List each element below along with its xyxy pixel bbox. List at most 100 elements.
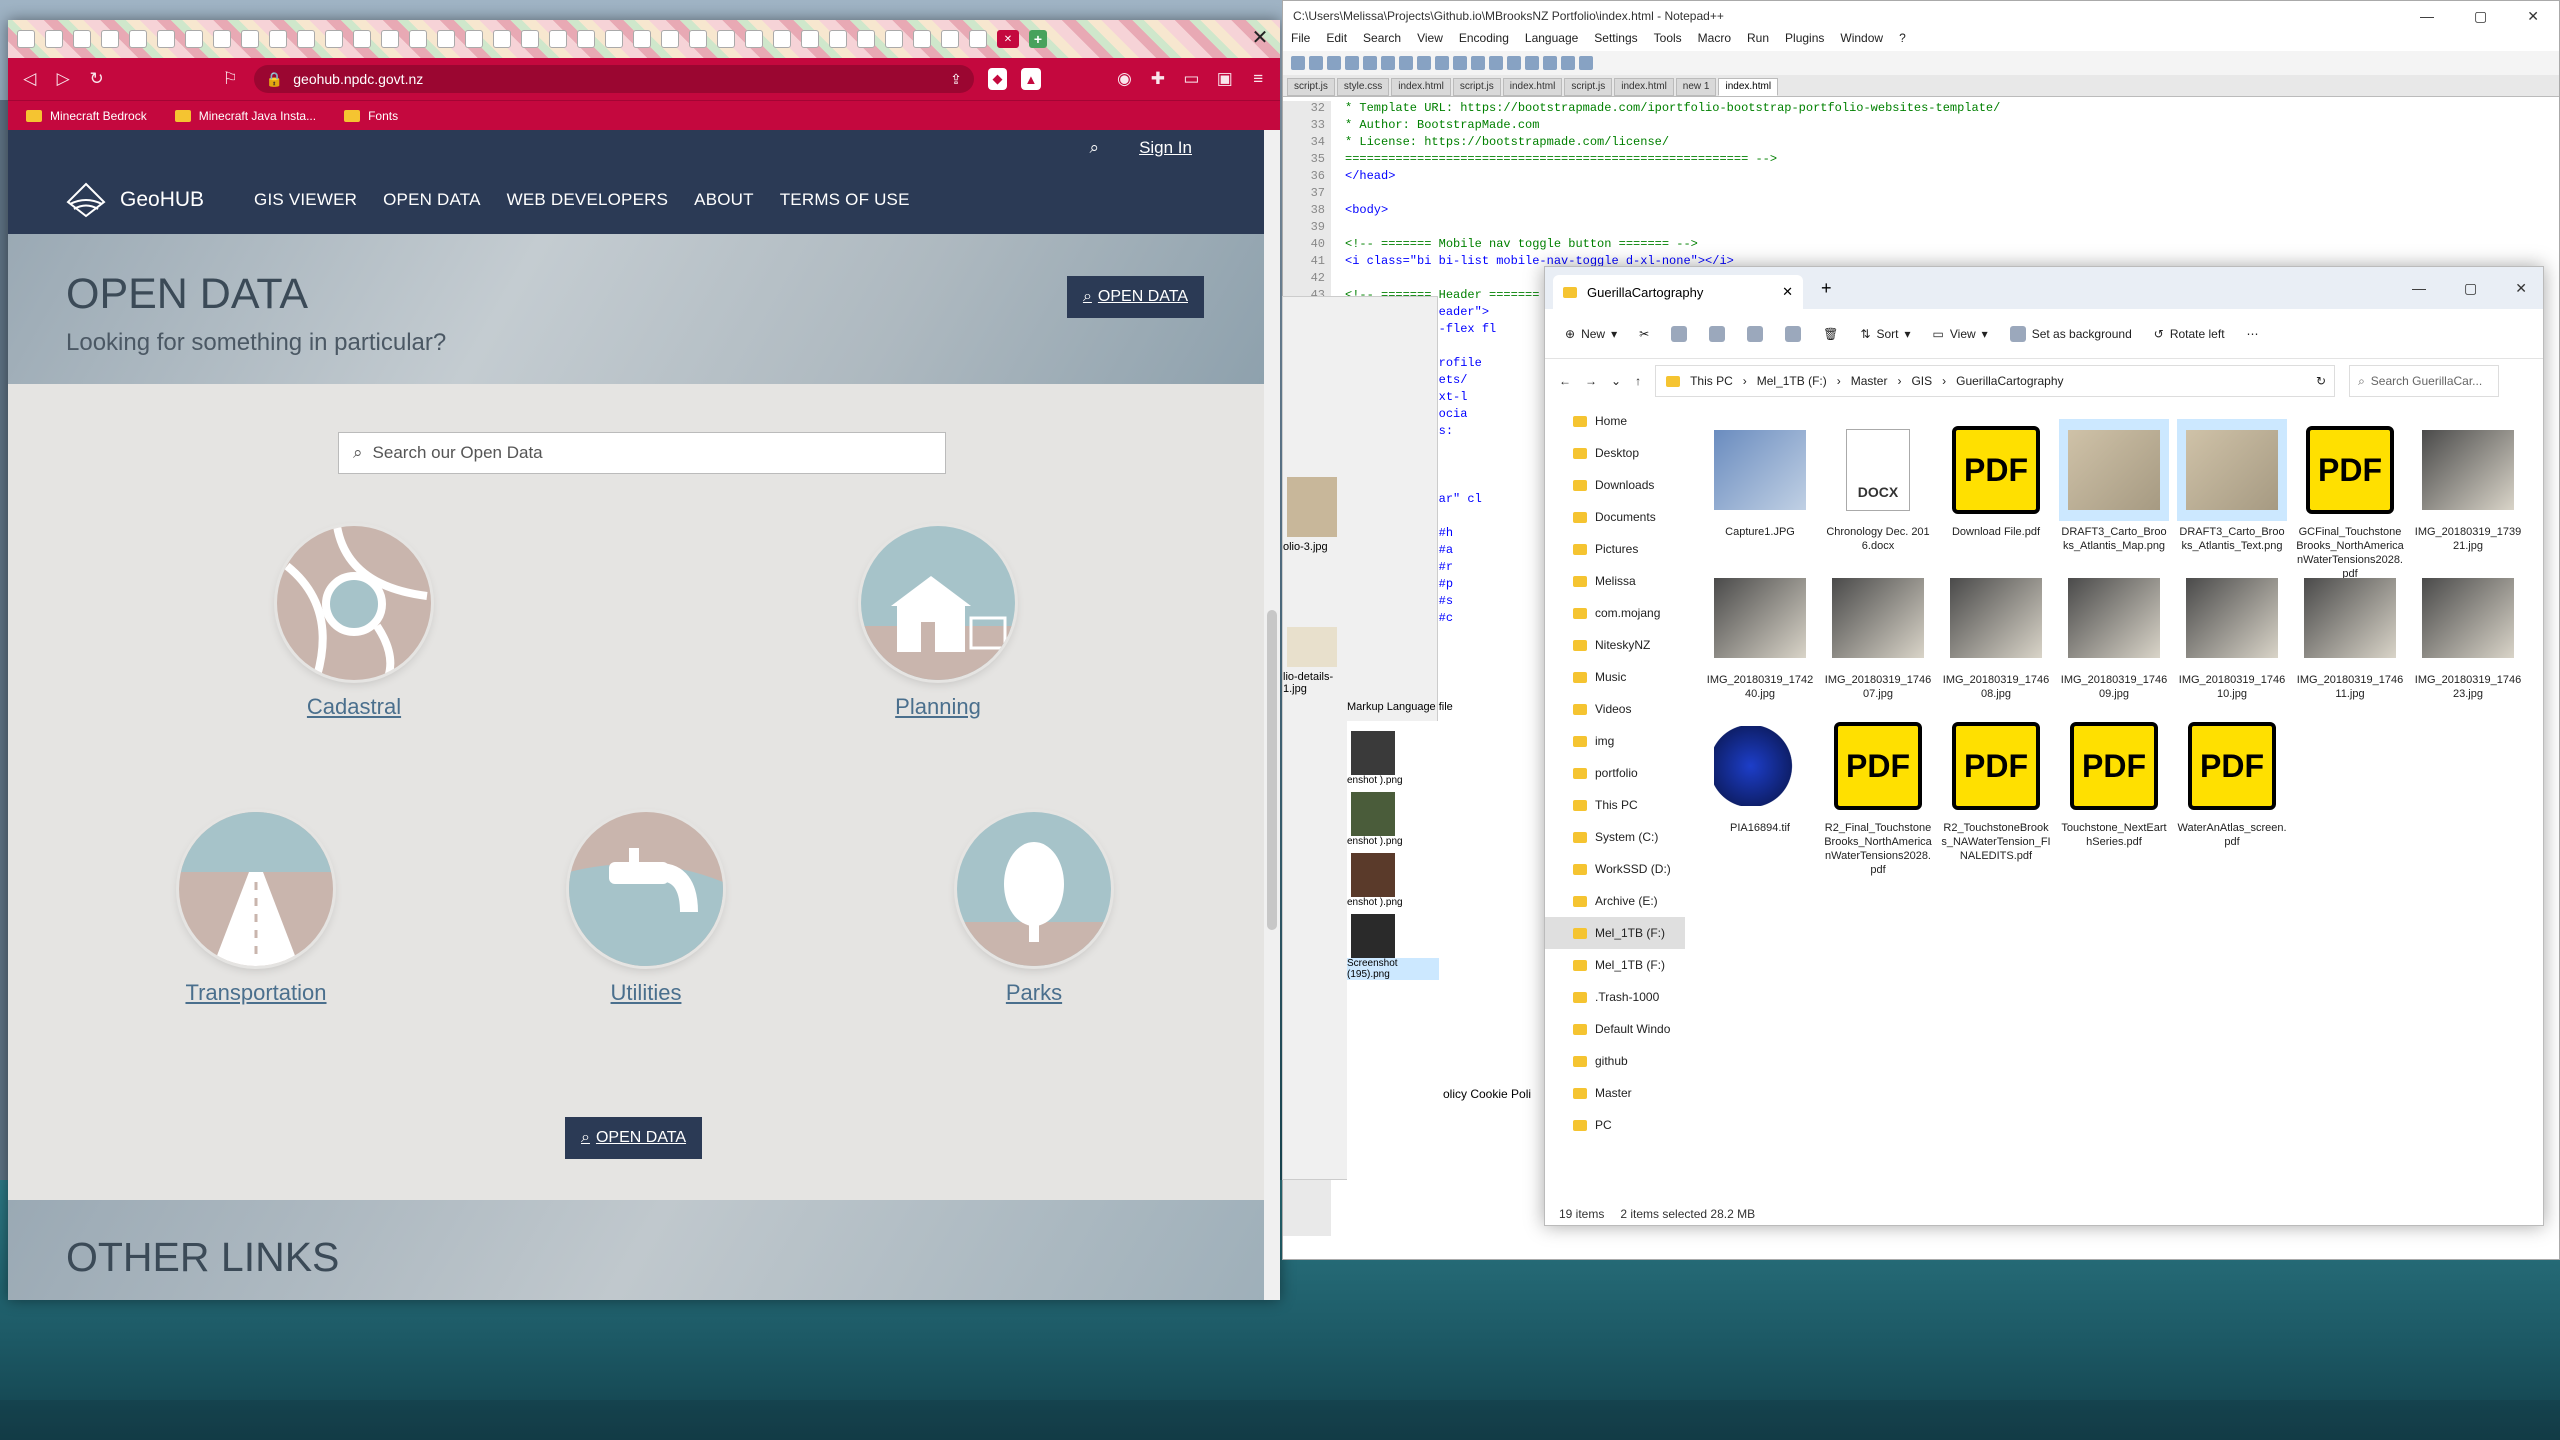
browser-tab[interactable] xyxy=(325,30,343,48)
nav-item[interactable]: PC xyxy=(1545,1109,1685,1141)
browser-tab[interactable] xyxy=(213,30,231,48)
browser-tab[interactable] xyxy=(157,30,175,48)
browser-tab[interactable] xyxy=(633,30,651,48)
refresh-icon[interactable]: ↻ xyxy=(2316,374,2326,388)
share-button[interactable] xyxy=(1785,325,1802,342)
nav-terms[interactable]: TERMS OF USE xyxy=(780,190,910,210)
browser-tab[interactable] xyxy=(17,30,35,48)
geohub-logo[interactable]: GeoHUB xyxy=(66,182,204,218)
extension-icon[interactable]: ◉ xyxy=(1115,69,1134,89)
tile-cadastral[interactable]: Cadastral xyxy=(234,526,474,720)
tile-parks[interactable]: Parks xyxy=(914,812,1154,1006)
breadcrumb-item[interactable]: This PC xyxy=(1690,374,1733,388)
forward-icon[interactable]: → xyxy=(1585,374,1597,388)
npp-tab[interactable]: index.html xyxy=(1391,78,1451,96)
file-item[interactable]: DOCX Chronology Dec. 2016.docx xyxy=(1823,419,1933,553)
code-line[interactable]: * License: https://bootstrapmade.com/lic… xyxy=(1345,135,2559,152)
file-item[interactable]: IMG_20180319_174610.jpg xyxy=(2177,567,2287,701)
npp-tab[interactable]: new 1 xyxy=(1675,78,1717,96)
browser-tab[interactable] xyxy=(269,30,287,48)
browser-tab[interactable] xyxy=(353,30,371,48)
brave-shield-icon[interactable]: ◆ xyxy=(987,68,1008,90)
wallet-icon[interactable]: ▣ xyxy=(1215,69,1234,89)
nav-item[interactable]: Home xyxy=(1545,405,1685,437)
window-close-icon[interactable]: ✕ xyxy=(1250,28,1270,49)
address-breadcrumb[interactable]: This PC › Mel_1TB (F:) › Master › GIS › Guer… xyxy=(1655,365,2336,397)
file-item[interactable]: IMG_20180319_174240.jpg xyxy=(1705,567,1815,701)
nav-item[interactable]: github xyxy=(1545,1045,1685,1077)
browser-tab[interactable] xyxy=(857,30,875,48)
browser-tab[interactable] xyxy=(465,30,483,48)
browser-tab[interactable] xyxy=(829,30,847,48)
nav-item[interactable]: Default Windo xyxy=(1545,1013,1685,1045)
browser-tab[interactable] xyxy=(745,30,763,48)
browser-tab-active[interactable]: ✕ xyxy=(997,30,1019,48)
menu-edit[interactable]: Edit xyxy=(1326,31,1347,51)
nav-item[interactable]: System (C:) xyxy=(1545,821,1685,853)
browser-tab[interactable] xyxy=(577,30,595,48)
find-icon[interactable] xyxy=(1489,56,1503,70)
nav-item[interactable]: Videos xyxy=(1545,693,1685,725)
browser-tab[interactable] xyxy=(605,30,623,48)
new-tab-icon[interactable]: + xyxy=(1821,278,1832,299)
nav-web-developers[interactable]: WEB DEVELOPERS xyxy=(507,190,669,210)
browser-tab[interactable] xyxy=(941,30,959,48)
browser-tab[interactable] xyxy=(73,30,91,48)
nav-open-data[interactable]: OPEN DATA xyxy=(383,190,481,210)
undo-icon[interactable] xyxy=(1453,56,1467,70)
breadcrumb-item[interactable]: GIS xyxy=(1911,374,1932,388)
nav-item[interactable]: Pictures xyxy=(1545,533,1685,565)
maximize-icon[interactable]: ▢ xyxy=(2474,8,2487,25)
menu-window[interactable]: Window xyxy=(1840,31,1883,51)
rewards-icon[interactable]: ▲ xyxy=(1021,68,1041,90)
zoom-out-icon[interactable] xyxy=(1543,56,1557,70)
nav-item[interactable]: Documents xyxy=(1545,501,1685,533)
close-icon[interactable]: ✕ xyxy=(2515,280,2527,297)
tile-planning[interactable]: Planning xyxy=(818,526,1058,720)
nav-about[interactable]: ABOUT xyxy=(694,190,754,210)
forward-icon[interactable]: ▷ xyxy=(53,69,72,89)
npp-tab[interactable]: script.js xyxy=(1287,78,1335,96)
save-all-icon[interactable] xyxy=(1345,56,1359,70)
back-icon[interactable]: ◁ xyxy=(20,69,39,89)
nav-item[interactable]: Downloads xyxy=(1545,469,1685,501)
browser-tab[interactable] xyxy=(661,30,679,48)
maximize-icon[interactable]: ▢ xyxy=(2464,280,2477,297)
file-item[interactable]: Capture1.JPG xyxy=(1705,419,1815,539)
npp-tab[interactable]: script.js xyxy=(1564,78,1613,96)
view-button[interactable]: ▭ View ▾ xyxy=(1933,327,1988,341)
file-item[interactable]: DRAFT3_Carto_Brooks_Atlantis_Map.png xyxy=(2059,419,2169,553)
file-item[interactable]: PDF Download File.pdf xyxy=(1941,419,2051,539)
address-bar[interactable]: 🔒 geohub.npdc.govt.nz ⇪ xyxy=(253,65,974,93)
npp-tab-active[interactable]: index.html xyxy=(1718,78,1779,96)
search-input[interactable]: ⌕ Search our Open Data xyxy=(338,432,946,474)
code-line[interactable]: ========================================… xyxy=(1345,152,2559,169)
menu-plugins[interactable]: Plugins xyxy=(1785,31,1824,51)
explorer-tab[interactable]: GuerillaCartography ✕ xyxy=(1553,275,1803,309)
file-thumbnail[interactable] xyxy=(1287,477,1337,537)
nav-item[interactable]: NiteskyNZ xyxy=(1545,629,1685,661)
menu-tools[interactable]: Tools xyxy=(1654,31,1682,51)
open-data-button-bottom[interactable]: ⌕ OPEN DATA xyxy=(565,1117,703,1159)
delete-button[interactable]: 🗑 xyxy=(1823,327,1838,341)
file-item[interactable]: PDF R2_Final_TouchstoneBrooks_NorthAmeric… xyxy=(1823,715,1933,877)
file-thumbnail[interactable] xyxy=(1287,627,1337,667)
new-tab-button[interactable]: + xyxy=(1029,30,1047,48)
minimize-icon[interactable]: — xyxy=(2420,8,2434,25)
menu-icon[interactable]: ≡ xyxy=(1249,69,1268,89)
close-icon[interactable]: ✕ xyxy=(1004,34,1012,45)
browser-tab[interactable] xyxy=(241,30,259,48)
nav-item[interactable]: Mel_1TB (F:) xyxy=(1545,917,1685,949)
paste-icon[interactable] xyxy=(1435,56,1449,70)
browser-tab[interactable] xyxy=(129,30,147,48)
menu-macro[interactable]: Macro xyxy=(1698,31,1731,51)
file-item[interactable]: IMG_20180319_174609.jpg xyxy=(2059,567,2169,701)
npp-tab[interactable]: index.html xyxy=(1614,78,1674,96)
new-button[interactable]: ⊕ New ▾ xyxy=(1565,327,1617,341)
sign-in-link[interactable]: Sign In xyxy=(1139,138,1192,158)
replace-icon[interactable] xyxy=(1507,56,1521,70)
explorer-search-input[interactable]: ⌕ Search GuerillaCar... xyxy=(2349,365,2500,397)
file-item[interactable]: IMG_20180319_174611.jpg xyxy=(2295,567,2405,701)
file-item[interactable]: PDF GCFinal_TouchstoneBrooks_NorthAmerica… xyxy=(2295,419,2405,581)
sort-button[interactable]: ⇅ Sort ▾ xyxy=(1860,327,1910,341)
